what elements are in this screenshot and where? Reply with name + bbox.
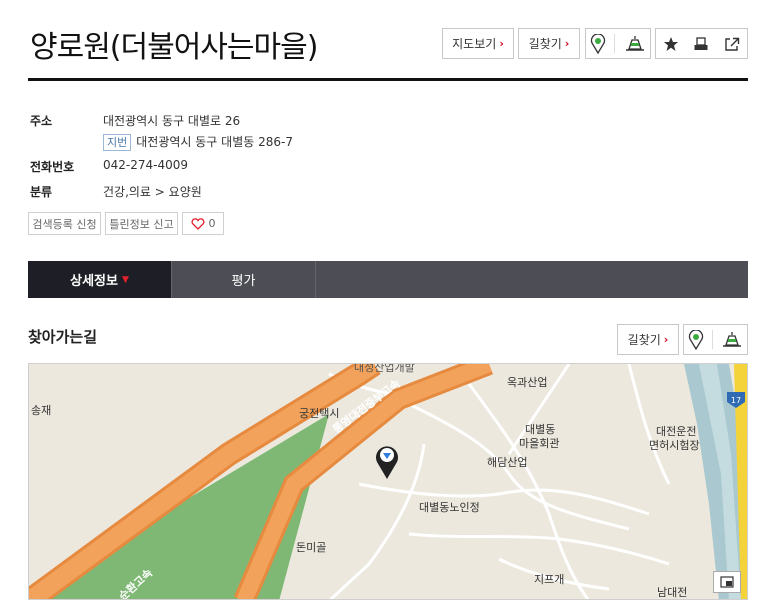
star-icon[interactable] xyxy=(663,36,679,52)
divider xyxy=(614,34,616,53)
tab-review[interactable]: 평가 xyxy=(172,261,316,298)
share-icon[interactable] xyxy=(724,36,740,52)
jibun-address: 대전광역시 동구 대별동 286-7 xyxy=(136,135,293,149)
category-label: 분류 xyxy=(30,185,53,199)
route-number: 17 xyxy=(731,396,741,405)
heart-icon xyxy=(190,217,205,230)
map-pin-icon[interactable] xyxy=(688,329,704,350)
map-label-haedam: 해담산업 xyxy=(487,456,528,469)
category-value: 건강,의료 > 요양원 xyxy=(103,185,202,199)
map-canvas[interactable]: 17 xyxy=(29,364,748,600)
map-label-okgwa: 옥과산업 xyxy=(507,376,548,389)
map-label-jipgae: 지프개 xyxy=(534,573,565,586)
tab-review-label: 평가 xyxy=(231,274,256,289)
title-divider xyxy=(28,78,748,81)
address-row: 주소 대전광역시 동구 대별로 26 xyxy=(30,112,530,132)
like-count: 0 xyxy=(208,217,216,230)
page-title: 양로원(더불어사는마을) xyxy=(30,30,318,65)
directions-button[interactable]: 길찾기 › xyxy=(518,28,580,59)
phone-row: 전화번호 042-274-4009 xyxy=(30,158,530,178)
caret-down-icon: ▼ xyxy=(121,274,129,285)
map-label-songjae: 송재 xyxy=(31,404,52,417)
expand-map-icon xyxy=(720,576,734,588)
map-label-donmigol: 돈미골 xyxy=(296,541,327,554)
section-title: 찾아가는길 xyxy=(28,328,98,346)
like-button[interactable]: 0 xyxy=(182,212,224,235)
jibun-value: 지번 대전광역시 동구 대별동 286-7 xyxy=(103,133,293,151)
phone-value[interactable]: 042-274-4009 xyxy=(103,158,188,172)
map-label-village-hall: 마을회관 xyxy=(519,437,560,450)
chevron-right-icon: › xyxy=(663,333,669,346)
navigation-icon[interactable] xyxy=(624,34,646,54)
report-error-button[interactable]: 틀린정보 신고 xyxy=(105,212,178,235)
directions-label: 길찾기 xyxy=(528,37,562,51)
chevron-right-icon: › xyxy=(499,37,504,50)
map-view-button[interactable]: 지도보기 › xyxy=(442,28,514,59)
map-pin-icon[interactable] xyxy=(590,33,606,54)
location-marker-icon[interactable] xyxy=(373,442,401,480)
share-group xyxy=(655,28,748,59)
map-view-label: 지도보기 xyxy=(452,37,497,51)
chevron-right-icon: › xyxy=(564,37,570,50)
category-row: 분류 건강,의료 > 요양원 xyxy=(30,183,530,203)
section-directions-label: 길찾기 xyxy=(627,333,661,347)
navigation-group xyxy=(585,28,651,59)
address-value: 대전광역시 동구 대별로 26 xyxy=(103,114,241,128)
tab-detail-info[interactable]: 상세정보 ▼ xyxy=(28,261,172,298)
phone-label: 전화번호 xyxy=(30,160,75,174)
jibun-row: 지번 대전광역시 동구 대별동 286-7 xyxy=(30,133,530,153)
navigation-icon[interactable] xyxy=(721,330,743,350)
map-label-top: 대성산업개발 xyxy=(354,363,415,374)
tab-detail-label: 상세정보 xyxy=(70,274,118,289)
register-search-button[interactable]: 검색등록 신청 xyxy=(28,212,101,235)
address-label: 주소 xyxy=(30,114,53,128)
tab-bar: 상세정보 ▼ 평가 xyxy=(28,261,748,298)
map-view[interactable]: 17 대성산업개발 송재 궁전택시 통영대전중부고속 순환고속 옥과산업 대별동… xyxy=(28,363,748,600)
map-label-taxi: 궁전택시 xyxy=(299,407,340,420)
map-label-senior-center: 대별동노인정 xyxy=(419,501,480,514)
print-icon[interactable] xyxy=(693,36,709,52)
map-expand-button[interactable] xyxy=(713,571,741,593)
map-label-namdaejeon: 남대전 xyxy=(657,586,688,599)
divider xyxy=(712,330,713,349)
section-navigation-group xyxy=(683,324,748,355)
map-label-license-center: 면허시험장 xyxy=(649,439,700,452)
jibun-badge: 지번 xyxy=(103,134,132,151)
section-directions-button[interactable]: 길찾기 › xyxy=(617,324,679,355)
